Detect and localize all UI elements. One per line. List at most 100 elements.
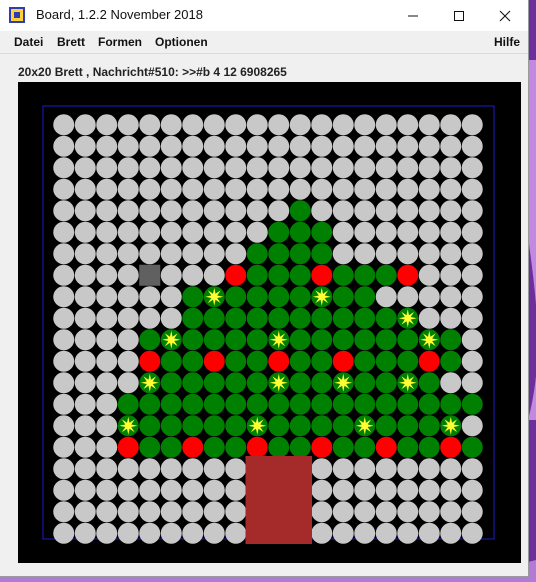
board-cell-tree[interactable] (203, 415, 225, 437)
board-cell-empty[interactable] (53, 393, 75, 415)
board-cell-empty[interactable] (354, 479, 376, 501)
board-cell-empty[interactable] (53, 157, 75, 179)
board-cell-empty[interactable] (74, 350, 96, 372)
board-cell-ornament[interactable] (418, 350, 440, 372)
board-cell-tree[interactable] (160, 393, 182, 415)
board-cell-empty[interactable] (397, 522, 419, 544)
board-cell-empty[interactable] (182, 264, 204, 286)
board-cell-empty[interactable] (96, 307, 118, 329)
tree-trunk[interactable] (245, 456, 313, 544)
board-cell-empty[interactable] (74, 458, 96, 480)
board-cell-empty[interactable] (332, 200, 354, 222)
board-cell-ornament[interactable] (117, 436, 139, 458)
board-cell-empty[interactable] (117, 479, 139, 501)
board-cell-empty[interactable] (139, 307, 161, 329)
board-cell-empty[interactable] (160, 479, 182, 501)
board-cell-empty[interactable] (160, 286, 182, 308)
board-cell-empty[interactable] (74, 415, 96, 437)
board-cell-empty[interactable] (289, 178, 311, 200)
board-cell-empty[interactable] (461, 372, 483, 394)
board-cell-empty[interactable] (96, 243, 118, 265)
board-cell-empty[interactable] (311, 458, 333, 480)
board-cell-tree[interactable] (268, 243, 290, 265)
board-cell-empty[interactable] (160, 221, 182, 243)
board-cell-tree[interactable] (311, 243, 333, 265)
board-cell-empty[interactable] (461, 479, 483, 501)
board-cell-tree[interactable] (440, 393, 462, 415)
board-cell-empty[interactable] (203, 114, 225, 136)
board-cell-empty[interactable] (440, 264, 462, 286)
board-cell-empty[interactable] (117, 264, 139, 286)
board-cell-tree[interactable] (268, 415, 290, 437)
board-cell-tree[interactable] (311, 350, 333, 372)
board-cell-tree[interactable] (354, 436, 376, 458)
board-cell-empty[interactable] (440, 307, 462, 329)
board-cell-tree[interactable] (182, 286, 204, 308)
board-cell-tree[interactable] (354, 264, 376, 286)
board-cell-tree[interactable] (332, 329, 354, 351)
board-cell-empty[interactable] (418, 221, 440, 243)
board-cell-empty[interactable] (246, 200, 268, 222)
board-cell-ornament[interactable] (311, 264, 333, 286)
board-cell-empty[interactable] (117, 350, 139, 372)
board-cell-empty[interactable] (375, 522, 397, 544)
maximize-button[interactable] (436, 0, 482, 31)
board-cell-empty[interactable] (332, 522, 354, 544)
board-cell-tree[interactable] (225, 286, 247, 308)
board-cell-tree[interactable] (203, 307, 225, 329)
board-cell-empty[interactable] (96, 458, 118, 480)
board-cell-empty[interactable] (461, 350, 483, 372)
board-cell-empty[interactable] (160, 200, 182, 222)
board-cell-empty[interactable] (440, 135, 462, 157)
board-cell-empty[interactable] (74, 178, 96, 200)
board-cell-empty[interactable] (117, 135, 139, 157)
board-cell-empty[interactable] (332, 178, 354, 200)
board-cell-empty[interactable] (246, 221, 268, 243)
board-cell-empty[interactable] (139, 243, 161, 265)
board-cell-empty[interactable] (96, 286, 118, 308)
board-cell-empty[interactable] (117, 221, 139, 243)
board-cell-tree[interactable] (117, 393, 139, 415)
board-cell-empty[interactable] (160, 307, 182, 329)
board-cell-empty[interactable] (96, 329, 118, 351)
board-cell-empty[interactable] (225, 501, 247, 523)
board-cell-empty[interactable] (160, 243, 182, 265)
board-cell-empty[interactable] (225, 114, 247, 136)
board-cell-empty[interactable] (375, 200, 397, 222)
board-cell-tree[interactable] (268, 436, 290, 458)
board-cell-empty[interactable] (117, 522, 139, 544)
board-cell-empty[interactable] (139, 286, 161, 308)
board-cell-empty[interactable] (461, 114, 483, 136)
board-cell-empty[interactable] (182, 114, 204, 136)
board-cell-empty[interactable] (225, 479, 247, 501)
board-cell-empty[interactable] (74, 522, 96, 544)
board-cell-empty[interactable] (440, 501, 462, 523)
board-cell-empty[interactable] (160, 157, 182, 179)
board-cell-empty[interactable] (96, 372, 118, 394)
board-cell-empty[interactable] (354, 200, 376, 222)
board-cell-tree[interactable] (160, 372, 182, 394)
board-cell-empty[interactable] (375, 135, 397, 157)
board-cell-empty[interactable] (354, 243, 376, 265)
board-cell-empty[interactable] (311, 501, 333, 523)
board-cell-empty[interactable] (203, 264, 225, 286)
board-cell-tree[interactable] (289, 307, 311, 329)
board-cell-empty[interactable] (311, 522, 333, 544)
board-cell-empty[interactable] (182, 458, 204, 480)
board-cell-empty[interactable] (74, 157, 96, 179)
board-cell-empty[interactable] (418, 458, 440, 480)
board-cell-empty[interactable] (332, 479, 354, 501)
board-cell-empty[interactable] (117, 372, 139, 394)
board-cell-tree[interactable] (354, 350, 376, 372)
board-cell-tree[interactable] (246, 372, 268, 394)
board-cell-tree[interactable] (418, 372, 440, 394)
board-cell-empty[interactable] (96, 350, 118, 372)
board-cell-tree[interactable] (289, 286, 311, 308)
board-cell-empty[interactable] (139, 178, 161, 200)
board-cell-empty[interactable] (375, 243, 397, 265)
board-cell-empty[interactable] (203, 243, 225, 265)
board-cell-tree[interactable] (246, 350, 268, 372)
board-cell-empty[interactable] (397, 501, 419, 523)
board-cell-tree[interactable] (289, 221, 311, 243)
board-cell-tree[interactable] (461, 436, 483, 458)
